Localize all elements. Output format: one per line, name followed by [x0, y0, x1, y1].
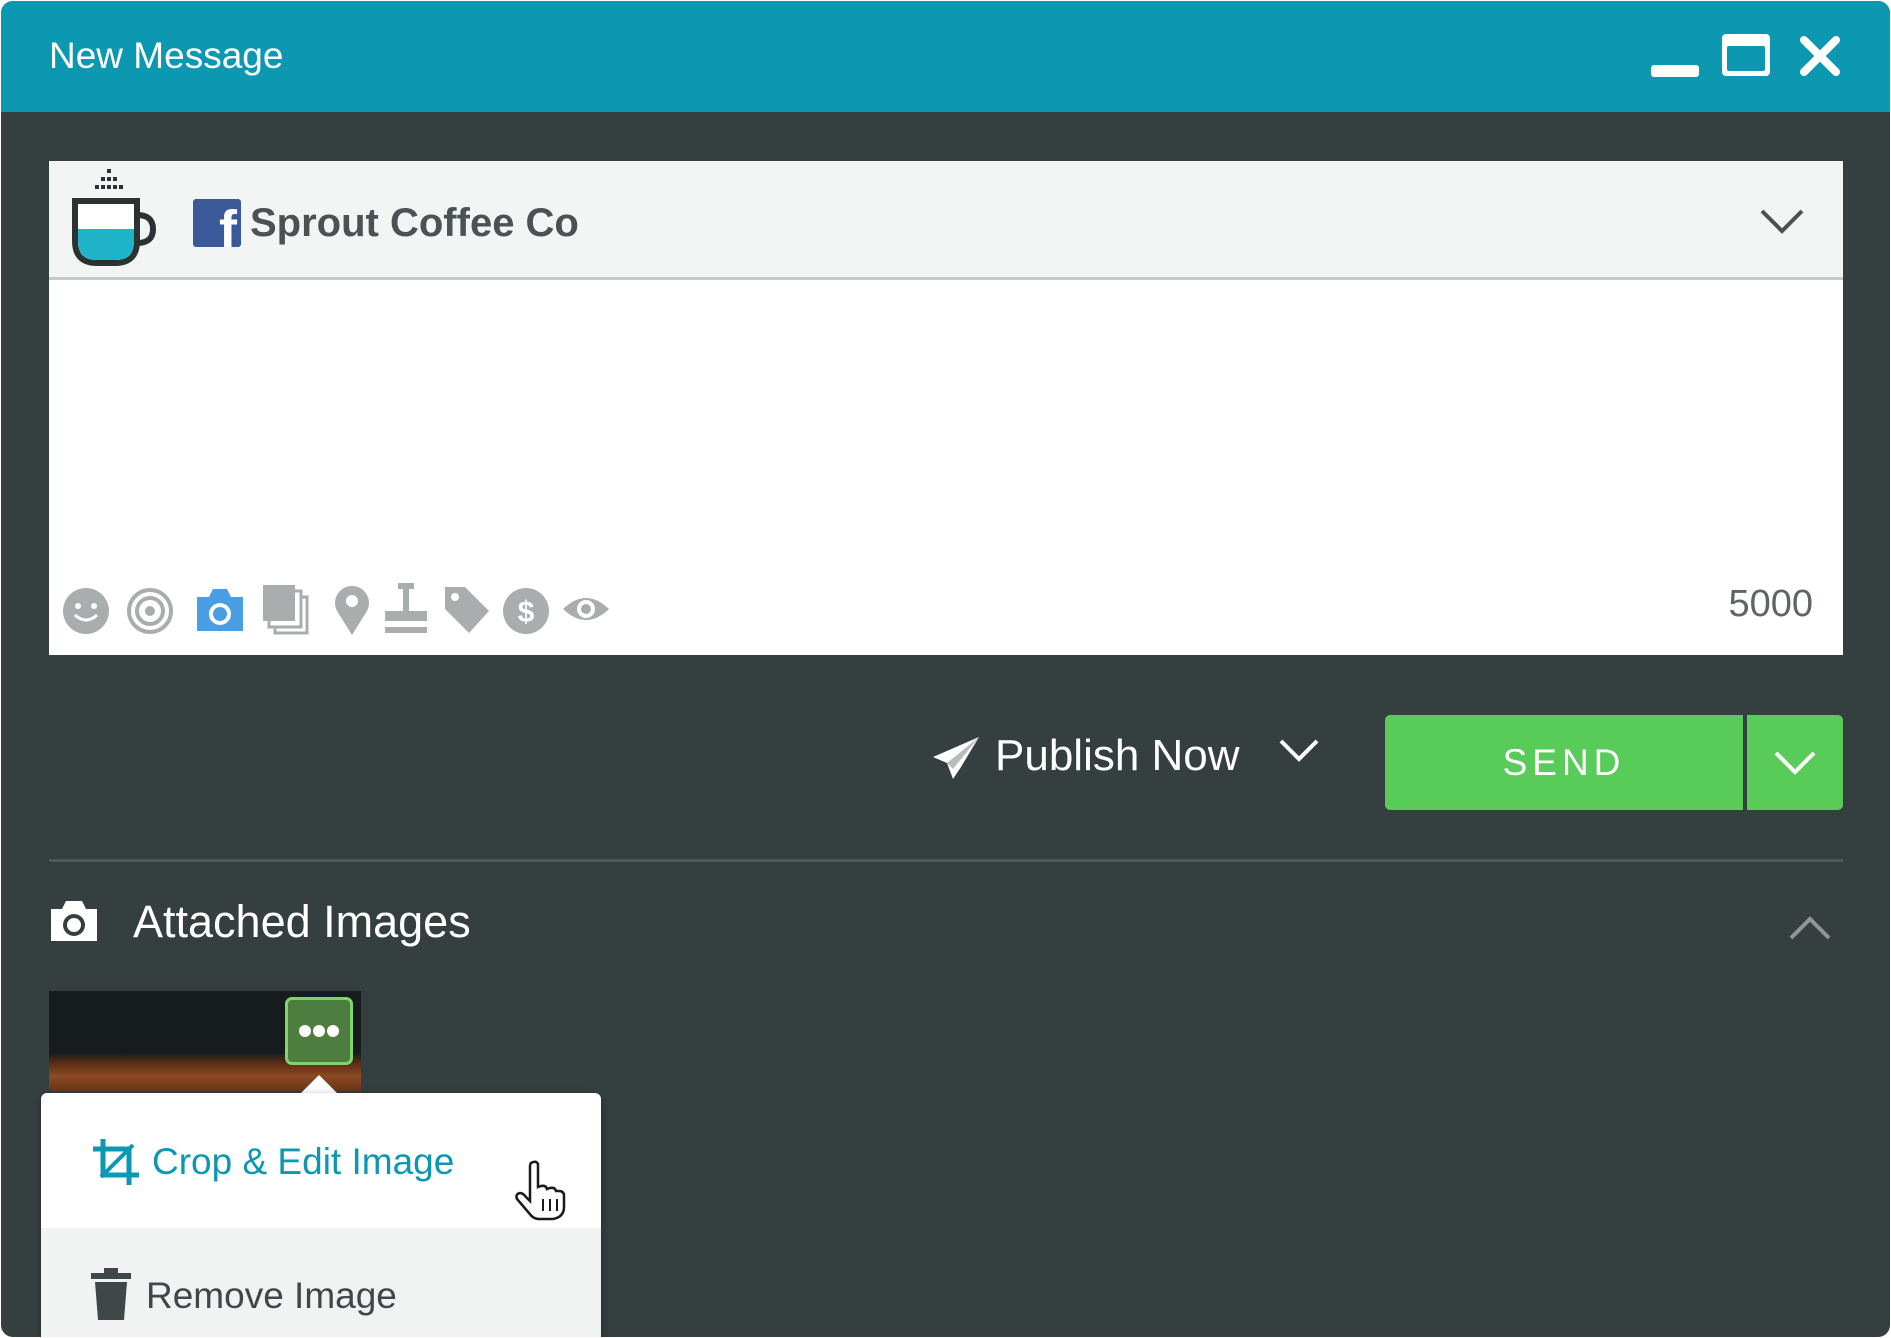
send-options-button[interactable]: [1747, 715, 1843, 810]
send-button[interactable]: SEND: [1385, 715, 1743, 810]
remove-image-menu-item[interactable]: Remove Image: [41, 1228, 601, 1337]
profile-name: Sprout Coffee Co: [250, 201, 579, 245]
minimize-icon[interactable]: [1651, 65, 1699, 77]
coffee-cup-logo-icon: [72, 169, 157, 266]
gallery-icon[interactable]: [261, 581, 311, 637]
hand-cursor-icon: [515, 1160, 566, 1221]
image-options-button[interactable]: [285, 997, 353, 1065]
svg-text:$: $: [518, 596, 535, 629]
chevron-down-icon[interactable]: [1759, 207, 1805, 235]
paper-plane-icon: [933, 737, 979, 779]
location-icon[interactable]: [327, 581, 377, 637]
chevron-down-icon: [1279, 739, 1319, 762]
title-bar: New Message: [1, 1, 1890, 112]
chevron-up-icon[interactable]: [1788, 914, 1832, 942]
attached-images-title: Attached Images: [133, 896, 471, 947]
facebook-icon: f: [193, 199, 241, 247]
message-composer: f Sprout Coffee Co $ 5000: [49, 161, 1843, 655]
chevron-down-icon: [1774, 751, 1816, 775]
crop-icon: [93, 1139, 139, 1185]
camera-icon[interactable]: [195, 581, 245, 637]
dollar-icon[interactable]: $: [501, 581, 551, 637]
more-dots-icon: [299, 1025, 339, 1037]
camera-icon: [51, 901, 97, 941]
maximize-icon[interactable]: [1722, 34, 1770, 76]
stamp-icon[interactable]: [381, 581, 431, 637]
popover-arrow: [299, 1075, 339, 1095]
tag-icon[interactable]: [441, 581, 491, 637]
message-input[interactable]: [49, 280, 1843, 530]
emoji-icon[interactable]: [61, 581, 111, 637]
new-message-window: New Message f Sprout Coffee Co $ 5000 Pu…: [1, 1, 1890, 1337]
publish-mode-label: Publish Now: [995, 731, 1240, 780]
close-icon[interactable]: [1799, 35, 1841, 77]
section-divider: [49, 859, 1843, 862]
remove-image-label: Remove Image: [146, 1275, 397, 1316]
image-options-menu: Crop & Edit Image Remove Image: [41, 1093, 601, 1337]
eye-icon[interactable]: [561, 581, 611, 637]
window-title: New Message: [49, 35, 284, 76]
crop-edit-image-label: Crop & Edit Image: [152, 1141, 455, 1182]
character-count: 5000: [1728, 583, 1813, 625]
crop-edit-image-menu-item[interactable]: Crop & Edit Image: [41, 1093, 601, 1228]
profile-selector[interactable]: f Sprout Coffee Co: [49, 161, 1843, 280]
trash-icon: [91, 1268, 131, 1320]
target-icon[interactable]: [125, 581, 175, 637]
